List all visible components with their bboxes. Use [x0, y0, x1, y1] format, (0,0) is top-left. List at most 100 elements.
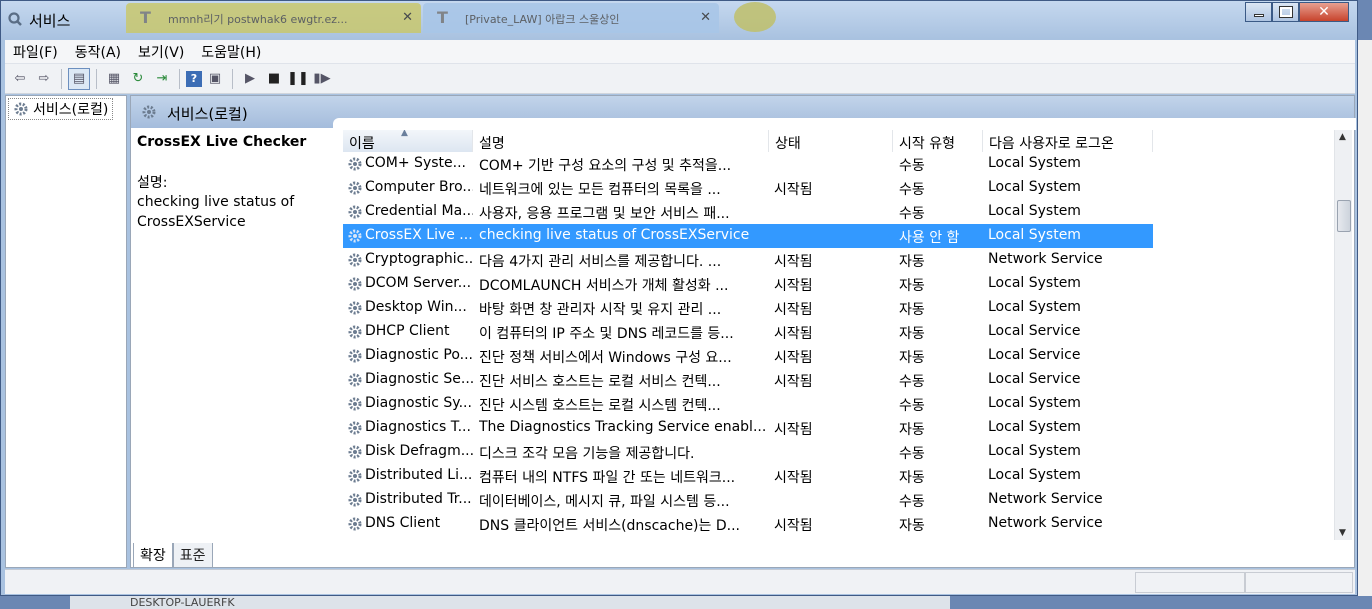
table-row[interactable]: CrossEX Live ... checking live status of …: [343, 224, 1153, 248]
properties-icon[interactable]: ▦: [103, 68, 125, 90]
service-status: 시작됨: [774, 254, 813, 270]
view-icon[interactable]: ▣: [204, 68, 226, 90]
gear-icon: [348, 493, 362, 507]
background-scrollbar: [1358, 40, 1372, 596]
back-arrow-icon[interactable]: ⇦: [9, 68, 31, 90]
table-row[interactable]: Diagnostic Sy... 진단 시스템 호스트는 로컬 시스템 컨텍...…: [343, 392, 1153, 416]
close-button[interactable]: ✕: [1299, 2, 1349, 22]
table-row[interactable]: DNS Client DNS 클라이언트 서비스(dnscache)는 D... 시…: [343, 512, 1153, 536]
tab-logo-icon: T: [437, 8, 448, 27]
background-tab-2[interactable]: T [Private_LAW] 아랍크 스울상인 ✕: [423, 3, 719, 33]
window-title: 서비스: [29, 12, 71, 30]
column-header-description[interactable]: 설명: [473, 130, 769, 152]
toolbar: ⇦ ⇨ ▤ ▦ ↻ ⇥ ? ▣ ▶ ■ ❚❚ ▮▶: [5, 64, 1355, 94]
service-status: 시작됨: [774, 374, 813, 390]
tab-standard[interactable]: 표준: [172, 543, 213, 568]
services-gear-icon: [8, 12, 22, 26]
services-panel: 서비스(로컬) CrossEX Live Checker 설명: checkin…: [130, 95, 1356, 568]
start-service-icon[interactable]: ▶: [239, 68, 261, 90]
table-row[interactable]: Cryptographic... 다음 4가지 관리 서비스를 제공합니다. ..…: [343, 248, 1153, 272]
pause-service-icon[interactable]: ❚❚: [287, 68, 309, 90]
toolbar-separator: [232, 68, 233, 89]
gear-icon: [14, 102, 28, 116]
gear-icon: [348, 277, 362, 291]
forward-arrow-icon[interactable]: ⇨: [33, 68, 55, 90]
service-startup-type: 자동: [899, 254, 925, 270]
column-header-log-on-as[interactable]: 다음 사용자로 로그온: [983, 130, 1153, 152]
service-log-on-as: Local Service: [988, 323, 1081, 339]
background-tab-1[interactable]: T mmnh리기 postwhak6 ewgtr.ez... ✕: [126, 3, 421, 33]
table-row[interactable]: DHCP Client 이 컴퓨터의 IP 주소 및 DNS 레코드를 등... 시…: [343, 320, 1153, 344]
table-row[interactable]: Diagnostic Se... 진단 서비스 호스트는 로컬 서비스 컨텍...…: [343, 368, 1153, 392]
refresh-icon[interactable]: ↻: [127, 68, 149, 90]
table-row[interactable]: COM+ Syste... COM+ 기반 구성 요소의 구성 및 추적을... 수…: [343, 152, 1153, 176]
console-tree-icon[interactable]: ▤: [68, 67, 90, 90]
tree-item-services-local[interactable]: 서비스(로컬): [8, 98, 114, 120]
gear-icon: [348, 517, 362, 531]
toolbar-separator: [96, 68, 97, 89]
close-icon[interactable]: ✕: [700, 10, 711, 25]
table-row[interactable]: Distributed Li... 컴퓨터 내의 NTFS 파일 간 또는 네트워…: [343, 464, 1153, 488]
service-name: Credential Ma...: [365, 203, 473, 219]
service-status: 시작됨: [774, 182, 813, 198]
menu-action[interactable]: 동작(A): [75, 42, 121, 62]
service-startup-type: 자동: [899, 350, 925, 366]
minimize-button[interactable]: [1245, 2, 1272, 22]
table-row[interactable]: Distributed Tr... 데이터베이스, 메시지 큐, 파일 시스템 등…: [343, 488, 1153, 512]
title-bar[interactable]: 서비스 T mmnh리기 postwhak6 ewgtr.ez... ✕ T […: [1, 1, 1357, 39]
table-row[interactable]: Desktop Win... 바탕 화면 창 관리자 시작 및 유지 관리 ...…: [343, 296, 1153, 320]
selected-service-name: CrossEX Live Checker: [137, 134, 307, 150]
table-row[interactable]: Disk Defragm... 디스크 조각 모음 기능을 제공합니다. 수동 Loc…: [343, 440, 1153, 464]
service-description: 바탕 화면 창 관리자 시작 및 유지 관리 ...: [479, 302, 722, 318]
service-startup-type: 수동: [899, 182, 925, 198]
column-header-startup-type[interactable]: 시작 유형: [893, 130, 983, 152]
gear-icon: [348, 373, 362, 387]
column-header-label: 다음 사용자로 로그온: [989, 136, 1114, 152]
menu-view[interactable]: 보기(V): [138, 42, 184, 62]
maximize-button[interactable]: [1272, 2, 1299, 22]
toolbar-separator: [179, 68, 180, 89]
table-row[interactable]: DCOM Server... DCOMLAUNCH 서비스가 개체 활성화 ...…: [343, 272, 1153, 296]
service-log-on-as: Local Service: [988, 371, 1081, 387]
table-row[interactable]: Computer Bro... 네트워크에 있는 모든 컴퓨터의 목록을 ... 시…: [343, 176, 1153, 200]
service-description: checking live status of CrossEXService: [479, 227, 750, 243]
menu-help[interactable]: 도움말(H): [201, 42, 261, 62]
stop-service-icon[interactable]: ■: [263, 68, 285, 90]
minimize-icon: [1253, 13, 1264, 17]
tab-extended[interactable]: 확장: [133, 543, 173, 568]
column-header-status[interactable]: 상태: [769, 130, 893, 152]
new-tab-button[interactable]: [734, 2, 776, 32]
status-bar: [5, 569, 1355, 594]
gear-icon: [142, 105, 156, 119]
service-description: 네트워크에 있는 모든 컴퓨터의 목록을 ...: [479, 182, 721, 198]
table-row[interactable]: Credential Ma... 사용자, 응용 프로그램 및 보안 서비스 패.…: [343, 200, 1153, 224]
service-log-on-as: Local System: [988, 299, 1081, 315]
service-status: 시작됨: [774, 326, 813, 342]
service-description: 진단 정책 서비스에서 Windows 구성 요...: [479, 350, 732, 366]
service-startup-type: 수동: [899, 374, 925, 390]
column-header-label: 상태: [775, 136, 801, 152]
gear-icon: [348, 325, 362, 339]
service-description: 진단 서비스 호스트는 로컬 서비스 컨텍...: [479, 374, 721, 390]
close-icon[interactable]: ✕: [402, 10, 413, 25]
background-tab-2-label: [Private_LAW] 아랍크 스울상인: [465, 13, 620, 26]
service-startup-type: 자동: [899, 302, 925, 318]
table-row[interactable]: Diagnostic Po... 진단 정책 서비스에서 Windows 구성 요…: [343, 344, 1153, 368]
service-startup-type: 수동: [899, 158, 925, 174]
service-startup-type: 수동: [899, 206, 925, 222]
vertical-scrollbar[interactable]: ▲ ▼: [1334, 130, 1352, 540]
panel-title: 서비스(로컬): [167, 105, 248, 123]
background-tab-1-label: mmnh리기 postwhak6 ewgtr.ez...: [168, 13, 348, 26]
scroll-down-icon[interactable]: ▼: [1339, 528, 1346, 538]
service-status: 시작됨: [774, 350, 813, 366]
help-icon[interactable]: ?: [186, 70, 202, 87]
menu-file[interactable]: 파일(F): [13, 42, 58, 62]
service-name: COM+ Syste...: [365, 155, 466, 171]
table-row[interactable]: Diagnostics T... The Diagnostics Tracking…: [343, 416, 1153, 440]
export-icon[interactable]: ⇥: [151, 68, 173, 90]
column-header-name[interactable]: ▲ 이름: [343, 130, 473, 152]
restart-service-icon[interactable]: ▮▶: [311, 68, 333, 90]
scrollbar-thumb[interactable]: [1337, 200, 1351, 232]
scroll-up-icon[interactable]: ▲: [1339, 132, 1346, 142]
service-startup-type: 수동: [899, 494, 925, 510]
